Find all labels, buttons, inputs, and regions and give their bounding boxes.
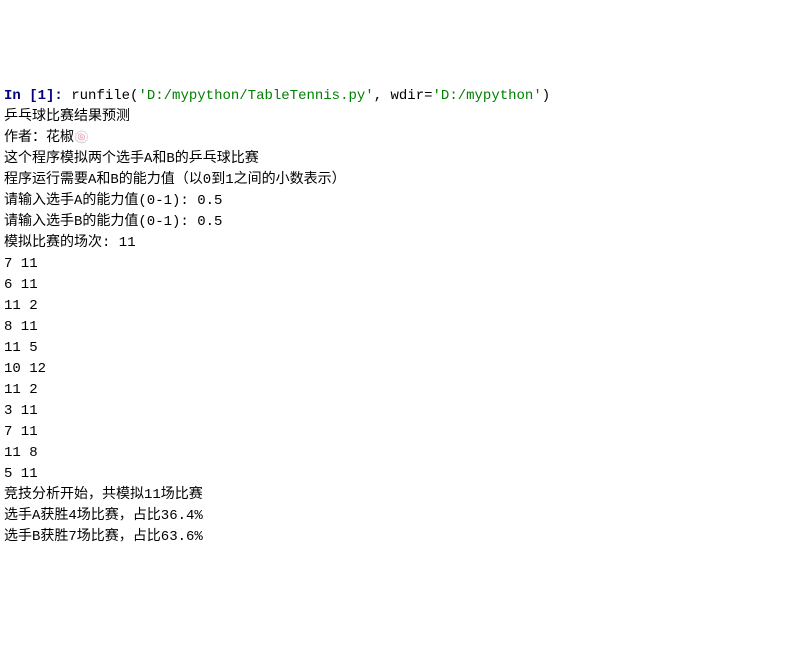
- score-line: 5 11: [4, 464, 796, 485]
- score-line: 3 11: [4, 401, 796, 422]
- string-arg-2: 'D:/mypython': [433, 88, 542, 104]
- prompt-in-label: In [1]:: [4, 88, 71, 104]
- score-line: 8 11: [4, 317, 796, 338]
- analysis-a: 选手A获胜4场比赛，占比36.4%: [4, 506, 796, 527]
- output-desc2: 程序运行需要A和B的能力值（以0到1之间的小数表示）: [4, 170, 796, 191]
- score-line: 6 11: [4, 275, 796, 296]
- output-desc1: 这个程序模拟两个选手A和B的乒乓球比赛: [4, 149, 796, 170]
- score-line: 11 2: [4, 296, 796, 317]
- score-line: 11 5: [4, 338, 796, 359]
- output-author: 作者：花椒🍥: [4, 128, 796, 149]
- score-line: 7 11: [4, 422, 796, 443]
- score-line: 7 11: [4, 254, 796, 275]
- input-prompt-line: In [1]: runfile('D:/mypython/TableTennis…: [4, 86, 796, 107]
- command-text: runfile('D:/mypython/TableTennis.py', wd…: [71, 88, 550, 104]
- score-line: 11 8: [4, 443, 796, 464]
- input-prompt-a: 请输入选手A的能力值(0-1): 0.5: [4, 191, 796, 212]
- input-prompt-b: 请输入选手B的能力值(0-1): 0.5: [4, 212, 796, 233]
- output-title: 乒乓球比赛结果预测: [4, 107, 796, 128]
- score-line: 11 2: [4, 380, 796, 401]
- games-count: 模拟比赛的场次: 11: [4, 233, 796, 254]
- score-line: 10 12: [4, 359, 796, 380]
- author-icon: 🍥: [74, 131, 89, 145]
- analysis-b: 选手B获胜7场比赛，占比63.6%: [4, 527, 796, 548]
- analysis-start: 竞技分析开始，共模拟11场比赛: [4, 485, 796, 506]
- string-arg-1: 'D:/mypython/TableTennis.py': [138, 88, 373, 104]
